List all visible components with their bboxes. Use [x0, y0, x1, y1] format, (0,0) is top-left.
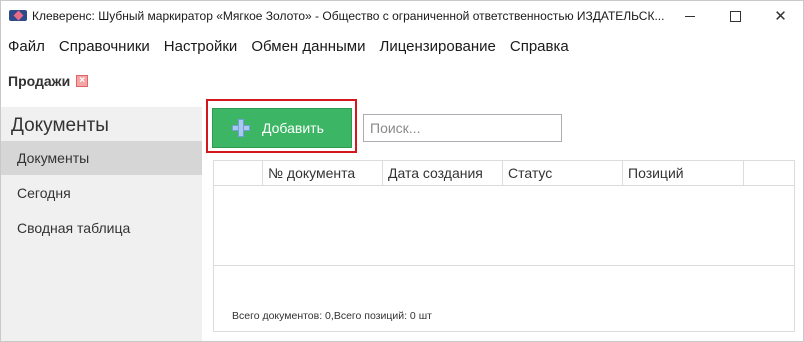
documents-table: № документа Дата создания Статус Позиций… — [213, 160, 795, 332]
column-header-extra — [744, 161, 794, 185]
window-title: Клеверенс: Шубный маркиратор «Мягкое Зол… — [32, 9, 665, 23]
app-window: Клеверенс: Шубный маркиратор «Мягкое Зол… — [0, 0, 804, 342]
page-tab: Продажи × — [8, 73, 89, 89]
close-icon: ✕ — [774, 6, 787, 25]
close-icon[interactable]: × — [76, 75, 89, 87]
plus-icon — [232, 119, 250, 137]
page-title: Продажи — [8, 73, 71, 89]
sidebar-item-today[interactable]: Сегодня — [1, 176, 202, 210]
minimize-button[interactable] — [667, 1, 712, 31]
column-header-status[interactable]: Статус — [503, 161, 623, 185]
menu-item-licensing[interactable]: Лицензирование — [373, 38, 503, 55]
menu-item-file[interactable]: Файл — [1, 38, 52, 55]
menu-item-help[interactable]: Справка — [503, 38, 576, 55]
sidebar-item-documents[interactable]: Документы — [1, 141, 202, 175]
column-header-positions[interactable]: Позиций — [623, 161, 744, 185]
maximize-icon — [730, 10, 741, 22]
search-input[interactable] — [363, 114, 562, 142]
sidebar-item-summary-table[interactable]: Сводная таблица — [1, 211, 202, 245]
maximize-button[interactable] — [713, 1, 758, 31]
sidebar-item-label: Сводная таблица — [17, 220, 131, 236]
add-button-label: Добавить — [262, 120, 324, 136]
menu-item-settings[interactable]: Настройки — [157, 38, 245, 55]
menu-item-directories[interactable]: Справочники — [52, 38, 157, 55]
table-header: № документа Дата создания Статус Позиций — [214, 161, 794, 186]
minimize-icon — [684, 15, 695, 17]
close-window-button[interactable]: ✕ — [758, 1, 803, 31]
app-heart-icon — [9, 10, 27, 21]
sidebar-header: Документы — [11, 115, 109, 136]
table-summary: Всего документов: 0,Всего позиций: 0 шт — [232, 310, 432, 322]
column-header-created-date[interactable]: Дата создания — [383, 161, 503, 185]
menu-bar: Файл Справочники Настройки Обмен данными… — [1, 34, 803, 58]
add-button[interactable]: Добавить — [212, 108, 352, 148]
table-body — [214, 186, 794, 266]
sidebar: Документы Документы Сегодня Сводная табл… — [1, 107, 202, 341]
sidebar-item-label: Сегодня — [17, 185, 71, 201]
column-header-doc-number[interactable]: № документа — [263, 161, 383, 185]
title-bar: Клеверенс: Шубный маркиратор «Мягкое Зол… — [1, 1, 803, 31]
sidebar-item-label: Документы — [17, 150, 90, 166]
menu-item-data-exchange[interactable]: Обмен данными — [244, 38, 372, 55]
column-header-select[interactable] — [214, 161, 263, 185]
